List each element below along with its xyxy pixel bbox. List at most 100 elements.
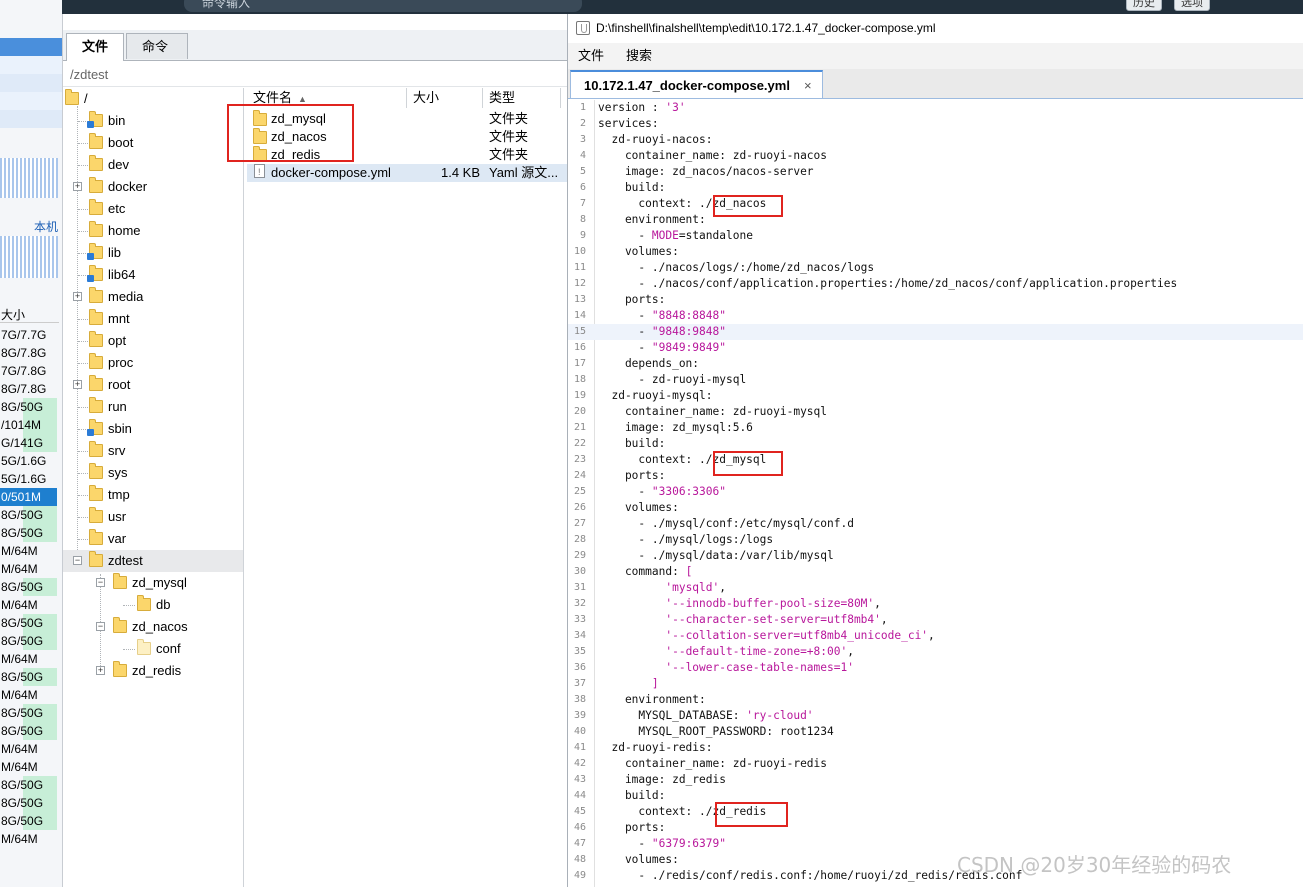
monitor-row: 8G/7.8G — [1, 382, 47, 396]
code-text: environment: — [598, 693, 706, 706]
tree-item-media[interactable]: + media — [63, 286, 243, 308]
code-line: 16 - "9849:9849" — [568, 340, 1303, 356]
code-text: MYSQL_DATABASE: 'ry-cloud' — [598, 709, 814, 722]
tree-item-run[interactable]: run — [63, 396, 243, 418]
folder-icon — [113, 661, 127, 677]
tree-item-label: db — [156, 597, 171, 612]
tree-item-boot[interactable]: boot — [63, 132, 243, 154]
code-text: services: — [598, 117, 659, 130]
code-text: 'mysqld', — [665, 581, 726, 594]
tree-item-zdmysql[interactable]: − zd_mysql — [63, 572, 243, 594]
file-list: 文件名 ▲ 大小 类型 zd_mysql 文件夹 zd_nacos 文件夹 zd_redi… — [247, 88, 568, 887]
code-text: container_name: zd-ruoyi-redis — [598, 757, 828, 770]
tree-item-zdredis[interactable]: + zd_redis — [63, 660, 243, 682]
file-size: 1.4 KB — [441, 165, 481, 180]
column-size-header[interactable]: 大小 — [407, 88, 483, 108]
code-text: image: zd_nacos/nacos-server — [598, 165, 814, 178]
tree-item-bin[interactable]: bin — [63, 110, 243, 132]
expand-icon[interactable]: + — [96, 666, 105, 675]
tab-close-icon[interactable]: × — [804, 78, 812, 93]
path-bar[interactable]: /zdtest — [63, 64, 575, 87]
code-line: 37 ] — [568, 676, 1303, 692]
tree-item-label: var — [108, 531, 127, 546]
tab-files[interactable]: 文件 — [66, 33, 125, 61]
collapse-icon[interactable]: − — [73, 556, 82, 565]
tree-item-lib64[interactable]: lib64 — [63, 264, 243, 286]
file-row[interactable]: docker-compose.yml 1.4 KB Yaml 源文... — [247, 163, 568, 182]
folder-icon — [89, 221, 103, 237]
annotation-box-folders — [227, 104, 354, 162]
tree-item-zdtest[interactable]: − zdtest — [63, 550, 243, 572]
line-number: 46 — [573, 822, 586, 833]
tree-item-zdnacos[interactable]: − zd_nacos — [63, 616, 243, 638]
monitor-selected-row[interactable] — [0, 38, 62, 56]
code-text: - ./mysql/data:/var/lib/mysql — [598, 549, 834, 562]
tab-commands[interactable]: 命令 — [126, 33, 188, 59]
line-number: 20 — [573, 406, 586, 417]
tree-item-opt[interactable]: opt — [63, 330, 243, 352]
tree-item-db[interactable]: db — [63, 594, 243, 616]
tree-item-label: boot — [108, 135, 134, 150]
options-button[interactable]: 选项 — [1174, 0, 1210, 11]
monitor-row: 7G/7.7G — [1, 328, 47, 342]
tree-item-label: zd_redis — [132, 663, 182, 678]
menu-file[interactable]: 文件 — [578, 43, 604, 69]
line-number: 13 — [573, 294, 586, 305]
tree-item-sys[interactable]: sys — [63, 462, 243, 484]
folder-icon — [89, 375, 103, 391]
code-line: 13 ports: — [568, 292, 1303, 308]
history-button[interactable]: 历史 — [1126, 0, 1162, 11]
tree-item-label: docker — [108, 179, 148, 194]
tree-item-home[interactable]: home — [63, 220, 243, 242]
tree-item-dev[interactable]: dev — [63, 154, 243, 176]
tree-item-lib[interactable]: lib — [63, 242, 243, 264]
line-number: 33 — [573, 614, 586, 625]
tree-item-srv[interactable]: srv — [63, 440, 243, 462]
code-line: 38 environment: — [568, 692, 1303, 708]
line-number: 5 — [579, 166, 586, 177]
tree-item-var[interactable]: var — [63, 528, 243, 550]
expand-icon[interactable]: + — [73, 182, 82, 191]
file-type: 文件夹 — [489, 111, 529, 126]
code-line: 8 environment: — [568, 212, 1303, 228]
tree-item-conf[interactable]: conf — [63, 638, 243, 660]
monitor-panel: 本机 大小 7G/7.7G 8G/7.8G 7G/7.8G 8G/7.8G 8G/50G… — [0, 0, 63, 887]
monitor-row: M/64M — [1, 598, 38, 612]
tree-item-sbin[interactable]: sbin — [63, 418, 243, 440]
symlink-icon — [87, 429, 94, 436]
tree-item-rootslash[interactable]: / — [63, 88, 243, 110]
code-text: MYSQL_ROOT_PASSWORD: root1234 — [598, 725, 834, 738]
tree-item-label: home — [108, 223, 141, 238]
tree-item-etc[interactable]: etc — [63, 198, 243, 220]
monitor-size-header: 大小 — [0, 306, 59, 323]
collapse-icon[interactable]: − — [96, 578, 105, 587]
menu-search[interactable]: 搜索 — [626, 43, 652, 69]
monitor-row: /1014M — [0, 416, 57, 434]
code-area[interactable]: 1 version : '3' 2 services: 3 zd-ruoyi-nacos… — [568, 100, 1303, 887]
directory-tree: / bin boot dev + docker etc home lib lib64 + media m… — [63, 88, 244, 887]
code-line: 19 zd-ruoyi-mysql: — [568, 388, 1303, 404]
tree-item-usr[interactable]: usr — [63, 506, 243, 528]
java-app-icon — [576, 21, 590, 35]
monitor-row: 8G/50G — [0, 794, 57, 812]
tree-item-mnt[interactable]: mnt — [63, 308, 243, 330]
folder-icon — [89, 331, 103, 347]
editor-tab[interactable]: 10.172.1.47_docker-compose.yml × — [570, 70, 823, 98]
line-number: 2 — [579, 118, 586, 129]
expand-icon[interactable]: + — [73, 380, 82, 389]
command-input[interactable]: 命令输入 — [184, 0, 582, 12]
tree-item-tmp[interactable]: tmp — [63, 484, 243, 506]
tree-item-proc[interactable]: proc — [63, 352, 243, 374]
code-line: 24 ports: — [568, 468, 1303, 484]
tree-item-root[interactable]: + root — [63, 374, 243, 396]
code-line: 46 ports: — [568, 820, 1303, 836]
collapse-icon[interactable]: − — [96, 622, 105, 631]
editor-menubar: 文件 搜索 — [568, 43, 1303, 69]
column-type-header[interactable]: 类型 — [483, 88, 561, 108]
expand-icon[interactable]: + — [73, 292, 82, 301]
code-text: - zd-ruoyi-mysql — [598, 373, 747, 386]
code-line: 2 services: — [568, 116, 1303, 132]
monitor-row: 5G/1.6G — [1, 472, 47, 486]
tree-item-docker[interactable]: + docker — [63, 176, 243, 198]
folder-icon — [87, 243, 103, 260]
